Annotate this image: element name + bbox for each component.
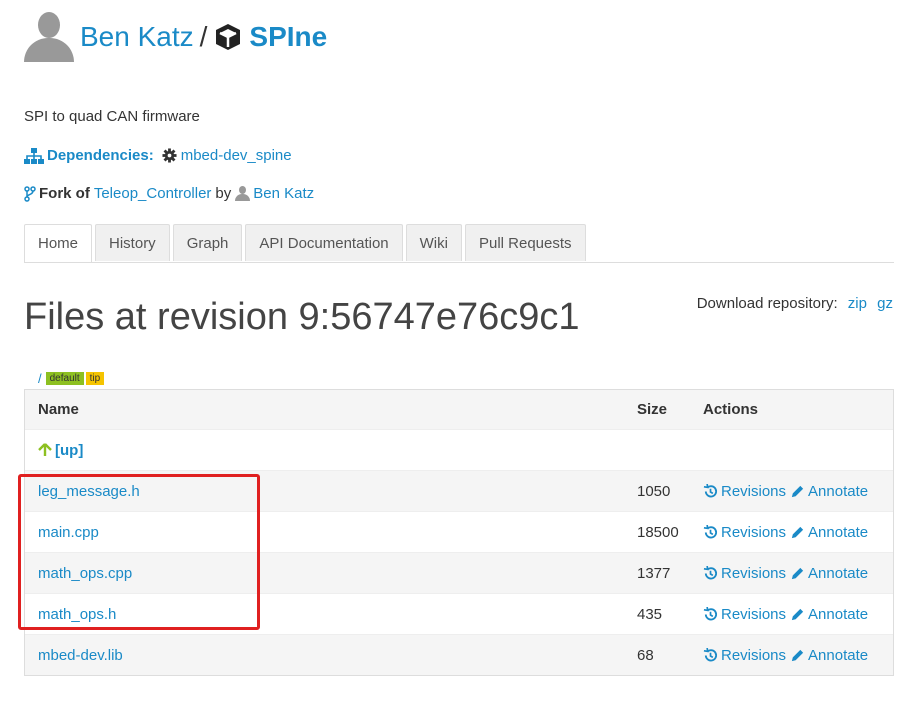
revisions-link[interactable]: Revisions xyxy=(703,524,786,541)
file-size: 1377 xyxy=(637,564,671,582)
pencil-icon xyxy=(791,485,804,497)
up-link[interactable]: [up] xyxy=(38,442,637,459)
file-size: 68 xyxy=(637,646,654,664)
fork-author-link[interactable]: Ben Katz xyxy=(253,185,314,202)
revisions-label: Revisions xyxy=(721,523,787,541)
branch-badge-default: default xyxy=(45,372,84,385)
breadcrumb: / default tip xyxy=(38,371,105,386)
history-icon xyxy=(703,565,718,579)
annotate-link[interactable]: Annotate xyxy=(790,483,868,500)
file-size: 18500 xyxy=(637,523,679,541)
annotate-label: Annotate xyxy=(808,564,869,582)
pencil-icon xyxy=(791,608,804,620)
branch-badge-tip: tip xyxy=(85,372,105,385)
dependencies-row: Dependencies: mbed-dev_spine xyxy=(24,147,292,164)
title-separator: / xyxy=(199,21,208,52)
pencil-icon xyxy=(791,526,804,538)
repo-header: Ben Katz / SPIne xyxy=(24,8,327,66)
file-link[interactable]: leg_message.h xyxy=(38,483,140,500)
tab-graph[interactable]: Graph xyxy=(172,224,243,261)
page-title: Files at revision 9:56747e76c9c1 xyxy=(24,296,580,338)
fork-source-link[interactable]: Teleop_Controller xyxy=(94,185,212,202)
history-icon xyxy=(703,647,718,661)
column-name: Name xyxy=(38,401,79,418)
annotate-label: Annotate xyxy=(808,482,869,500)
file-size: 435 xyxy=(637,605,663,623)
repo-name-link[interactable]: SPIne xyxy=(249,21,327,53)
revisions-link[interactable]: Revisions xyxy=(703,647,786,664)
file-link[interactable]: math_ops.h xyxy=(38,606,116,623)
history-icon xyxy=(703,483,718,497)
tab-history[interactable]: History xyxy=(95,224,170,261)
download-gz-link[interactable]: gz xyxy=(877,295,893,312)
tab-home[interactable]: Home xyxy=(24,224,93,262)
tab-wiki[interactable]: Wiki xyxy=(405,224,462,261)
dependencies-label: Dependencies: xyxy=(47,147,154,164)
history-icon xyxy=(703,606,718,620)
file-link[interactable]: math_ops.cpp xyxy=(38,565,132,582)
revisions-label: Revisions xyxy=(721,564,787,582)
file-link[interactable]: mbed-dev.lib xyxy=(38,647,123,664)
pencil-icon xyxy=(791,567,804,579)
repo-description: SPI to quad CAN firmware xyxy=(24,108,200,125)
repo-tabs: Home History Graph API Documentation Wik… xyxy=(24,224,894,263)
breadcrumb-root-link[interactable]: / xyxy=(38,371,42,386)
fork-icon xyxy=(24,185,36,202)
sitemap-icon xyxy=(24,147,44,164)
revisions-label: Revisions xyxy=(721,646,787,664)
download-label: Download repository: xyxy=(696,295,838,312)
table-row: leg_message.h 1050 Revisions Annotate xyxy=(25,470,893,511)
user-avatar-icon xyxy=(24,12,74,62)
pencil-icon xyxy=(791,649,804,661)
annotate-link[interactable]: Annotate xyxy=(790,606,868,623)
file-table: Name Size Actions [up] leg_message.h 105… xyxy=(24,389,894,676)
revisions-link[interactable]: Revisions xyxy=(703,606,786,623)
annotate-link[interactable]: Annotate xyxy=(790,565,868,582)
annotate-label: Annotate xyxy=(808,605,869,623)
annotate-link[interactable]: Annotate xyxy=(790,647,868,664)
fork-by-label: by xyxy=(215,185,232,202)
download-zip-link[interactable]: zip xyxy=(848,295,867,312)
repo-owner-link[interactable]: Ben Katz xyxy=(80,21,194,53)
up-label: [up] xyxy=(55,441,84,459)
file-link[interactable]: main.cpp xyxy=(38,524,99,541)
revisions-link[interactable]: Revisions xyxy=(703,565,786,582)
table-row: math_ops.cpp 1377 Revisions Annotate xyxy=(25,552,893,593)
tab-pull-requests[interactable]: Pull Requests xyxy=(464,224,586,261)
annotate-link[interactable]: Annotate xyxy=(790,524,868,541)
user-icon xyxy=(235,186,251,201)
column-size: Size xyxy=(637,401,668,418)
table-row: math_ops.h 435 Revisions Annotate xyxy=(25,593,893,634)
table-header: Name Size Actions xyxy=(25,390,893,429)
history-icon xyxy=(703,524,718,538)
revisions-label: Revisions xyxy=(721,605,787,623)
tab-api-documentation[interactable]: API Documentation xyxy=(245,224,403,261)
fork-label: Fork of xyxy=(39,185,90,202)
dependency-link[interactable]: mbed-dev_spine xyxy=(181,147,292,164)
column-actions: Actions xyxy=(703,401,759,418)
table-row-up: [up] xyxy=(25,429,893,470)
annotate-label: Annotate xyxy=(808,523,869,541)
table-row: mbed-dev.lib 68 Revisions Annotate xyxy=(25,634,893,675)
file-size: 1050 xyxy=(637,482,671,500)
cube-icon xyxy=(216,24,241,50)
gear-icon xyxy=(162,148,177,163)
fork-row: Fork of Teleop_Controller by Ben Katz xyxy=(24,185,314,202)
arrow-up-icon xyxy=(38,443,52,456)
table-row: main.cpp 18500 Revisions Annotate xyxy=(25,511,893,552)
download-repository: Download repository: zip gz xyxy=(697,295,893,312)
annotate-label: Annotate xyxy=(808,646,869,664)
revisions-label: Revisions xyxy=(721,482,787,500)
revisions-link[interactable]: Revisions xyxy=(703,483,786,500)
